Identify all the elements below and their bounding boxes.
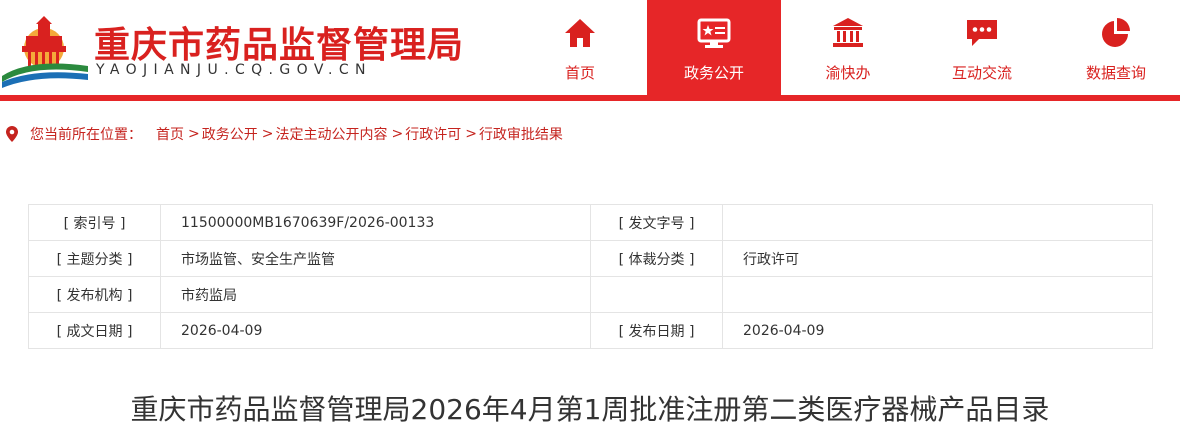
breadcrumb-separator: > (188, 126, 200, 142)
nav-item-yukuaiban[interactable]: 渝快办 (781, 0, 915, 96)
table-row: [ 索引号 ] 11500000MB1670639F/2026-00133 [ … (28, 204, 1153, 241)
nav-item-government-info[interactable]: 政务公开 (647, 0, 781, 96)
site-logo[interactable] (0, 10, 90, 90)
home-icon (562, 16, 598, 50)
nav-label-home: 首页 (564, 64, 595, 82)
document-meta-table: [ 索引号 ] 11500000MB1670639F/2026-00133 [ … (28, 204, 1153, 349)
meta-key-doc-number: [ 发文字号 ] (590, 204, 723, 241)
meta-value-written-date: 2026-04-09 (160, 312, 591, 349)
chat-icon (964, 16, 1000, 50)
meta-key-publish-date: [ 发布日期 ] (590, 312, 723, 349)
table-row: [ 主题分类 ] 市场监管、安全生产监管 [ 体裁分类 ] 行政许可 (28, 240, 1153, 277)
meta-value-index: 11500000MB1670639F/2026-00133 (160, 204, 591, 241)
government-building-icon (830, 16, 866, 50)
site-title[interactable]: 重庆市药品监督管理局 (94, 16, 464, 68)
breadcrumb-link-government-info[interactable]: 政务公开 (202, 124, 258, 144)
main-nav: 首页 政务公开 渝快办 互动交流 数据查询 (513, 0, 1180, 96)
nav-label-yukuaiban: 渝快办 (825, 64, 871, 82)
meta-key-empty (590, 276, 723, 313)
meta-key-index: [ 索引号 ] (28, 204, 161, 241)
government-info-icon (696, 16, 732, 50)
table-row: [ 发布机构 ] 市药监局 (28, 276, 1153, 313)
site-domain: YAOJIANJU.CQ.GOV.CN (96, 62, 372, 78)
nav-label-data-query: 数据查询 (1085, 64, 1146, 82)
breadcrumb-separator: > (261, 126, 274, 142)
breadcrumb-link-approval-results[interactable]: 行政审批结果 (479, 124, 563, 144)
meta-value-empty (722, 276, 1153, 313)
meta-value-doc-number (722, 204, 1153, 241)
site-header: 重庆市药品监督管理局 YAOJIANJU.CQ.GOV.CN 首页 政务公开 渝… (0, 0, 1180, 97)
meta-key-written-date: [ 成文日期 ] (28, 312, 161, 349)
breadcrumb-separator: > (391, 126, 404, 142)
meta-value-publish-date: 2026-04-09 (722, 312, 1153, 349)
meta-key-topic: [ 主题分类 ] (28, 240, 161, 277)
table-row: [ 成文日期 ] 2026-04-09 [ 发布日期 ] 2026-04-09 (28, 312, 1153, 349)
breadcrumb-link-home[interactable]: 首页 (156, 124, 184, 144)
nav-item-data-query[interactable]: 数据查询 (1049, 0, 1180, 96)
breadcrumb-link-statutory-disclosure[interactable]: 法定主动公开内容 (275, 124, 387, 144)
pie-chart-icon (1098, 16, 1134, 50)
document-title: 重庆市药品监督管理局2026年4月第1周批准注册第二类医疗器械产品目录 (130, 393, 1050, 426)
breadcrumb-link-administrative-license[interactable]: 行政许可 (405, 124, 461, 144)
meta-value-genre: 行政许可 (722, 240, 1153, 277)
nav-item-interaction[interactable]: 互动交流 (915, 0, 1049, 96)
meta-key-publisher: [ 发布机构 ] (28, 276, 161, 313)
location-pin-icon (6, 126, 18, 142)
breadcrumb: 您当前所在位置： 首页 > 政务公开 > 法定主动公开内容 > 行政许可 > 行… (4, 124, 563, 144)
nav-label-interaction: 互动交流 (951, 64, 1012, 82)
breadcrumb-separator: > (465, 126, 477, 142)
breadcrumb-label: 您当前所在位置： (30, 127, 142, 143)
meta-value-publisher: 市药监局 (160, 276, 591, 313)
nav-label-government-info: 政务公开 (683, 64, 744, 82)
nav-item-home[interactable]: 首页 (513, 0, 647, 96)
header-divider (0, 95, 1180, 101)
meta-value-topic: 市场监管、安全生产监管 (160, 240, 591, 277)
meta-key-genre: [ 体裁分类 ] (590, 240, 723, 277)
